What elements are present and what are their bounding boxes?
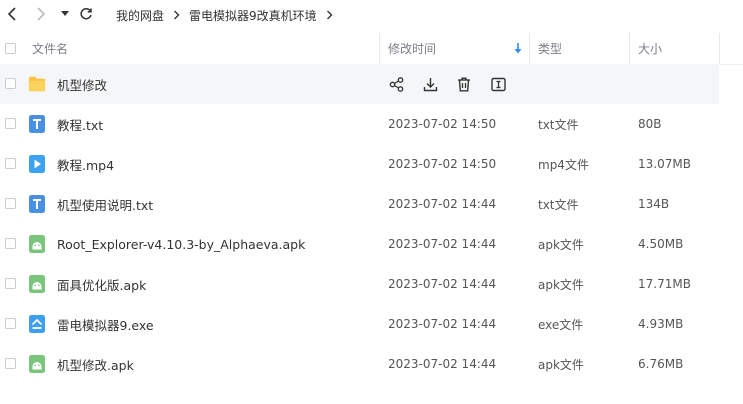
file-modified-time: 2023-07-02 14:50 (388, 117, 497, 131)
breadcrumb: 我的网盘 雷电模拟器9改真机环境 (116, 0, 342, 30)
txt-file-icon (29, 115, 45, 133)
row-checkbox[interactable] (5, 278, 16, 289)
row-checkbox[interactable] (5, 78, 16, 89)
file-row[interactable]: 教程.mp4 2023-07-02 14:50 mp4文件 13.07MB (0, 144, 743, 184)
file-modified-time: 2023-07-02 14:44 (388, 277, 497, 291)
refresh-icon (80, 7, 92, 20)
file-list-header: 文件名 修改时间 类型 大小 (0, 33, 743, 65)
file-name[interactable]: 教程.mp4 (57, 144, 114, 184)
refresh-button[interactable] (77, 4, 95, 24)
select-all-checkbox[interactable] (5, 43, 16, 54)
sort-desc-icon[interactable] (514, 33, 522, 64)
file-modified-time: 2023-07-02 14:50 (388, 157, 497, 171)
file-name[interactable]: 面具优化版.apk (57, 264, 146, 304)
file-type: apk文件 (538, 237, 584, 252)
folder-icon (28, 76, 46, 92)
file-type: txt文件 (538, 117, 579, 132)
video-file-icon (29, 155, 45, 173)
navigation-bar: 我的网盘 雷电模拟器9改真机环境 (0, 0, 743, 30)
file-row[interactable]: 教程.txt 2023-07-02 14:50 txt文件 80B (0, 104, 743, 144)
file-size: 4.93MB (638, 317, 684, 331)
row-actions (386, 64, 522, 104)
column-header-type[interactable]: 类型 (538, 33, 562, 64)
column-header-modified[interactable]: 修改时间 (388, 33, 436, 64)
file-size: 6.76MB (638, 357, 684, 371)
file-row[interactable]: 机型使用说明.txt 2023-07-02 14:44 txt文件 134B (0, 184, 743, 224)
file-row[interactable]: 机型修改.apk 2023-07-02 14:44 apk文件 6.76MB (0, 344, 743, 384)
file-name[interactable]: 教程.txt (57, 104, 103, 144)
file-row[interactable]: 雷电模拟器9.exe 2023-07-02 14:44 exe文件 4.93MB (0, 304, 743, 344)
chevron-right-icon (37, 7, 46, 21)
column-header-size[interactable]: 大小 (638, 33, 662, 64)
forward-button[interactable] (32, 4, 50, 24)
delete-icon[interactable] (454, 74, 474, 94)
rename-icon[interactable] (488, 74, 508, 94)
file-row[interactable]: 面具优化版.apk 2023-07-02 14:44 apk文件 17.71MB (0, 264, 743, 304)
file-size: 13.07MB (638, 157, 691, 171)
row-checkbox[interactable] (5, 158, 16, 169)
history-dropdown-button[interactable] (58, 4, 72, 24)
apk-file-icon (29, 235, 45, 253)
row-checkbox[interactable] (5, 118, 16, 129)
file-size: 134B (638, 197, 670, 211)
row-checkbox[interactable] (5, 358, 16, 369)
row-checkbox[interactable] (5, 238, 16, 249)
file-name[interactable]: 机型使用说明.txt (57, 184, 153, 224)
share-icon[interactable] (386, 74, 406, 94)
chevron-right-icon (326, 10, 333, 20)
file-size: 17.71MB (638, 277, 691, 291)
row-checkbox[interactable] (5, 198, 16, 209)
back-button[interactable] (3, 4, 21, 24)
file-name[interactable]: 机型修改.apk (57, 344, 134, 384)
breadcrumb-item-current-folder[interactable]: 雷电模拟器9改真机环境 (189, 7, 317, 24)
file-modified-time: 2023-07-02 14:44 (388, 197, 497, 211)
exe-file-icon (29, 315, 45, 333)
txt-file-icon (29, 195, 45, 213)
file-type: exe文件 (538, 317, 584, 332)
file-type: mp4文件 (538, 157, 589, 172)
file-name[interactable]: 雷电模拟器9.exe (57, 304, 154, 344)
breadcrumb-item-my-drive[interactable]: 我的网盘 (116, 7, 164, 24)
file-name[interactable]: Root_Explorer-v4.10.3-by_Alphaeva.apk (57, 224, 305, 264)
file-type: apk文件 (538, 357, 584, 372)
file-type: txt文件 (538, 197, 579, 212)
file-size: 80B (638, 117, 662, 131)
column-divider[interactable] (629, 33, 630, 64)
chevron-left-icon (7, 7, 16, 21)
file-modified-time: 2023-07-02 14:44 (388, 357, 497, 371)
file-modified-time: 2023-07-02 14:44 (388, 237, 497, 251)
row-checkbox[interactable] (5, 318, 16, 329)
download-icon[interactable] (420, 74, 440, 94)
file-size: 4.50MB (638, 237, 684, 251)
column-divider[interactable] (719, 33, 720, 64)
apk-file-icon (29, 275, 45, 293)
column-divider[interactable] (379, 33, 380, 64)
caret-down-icon (61, 11, 69, 16)
column-header-name[interactable]: 文件名 (32, 33, 68, 64)
file-row-folder[interactable]: 机型修改 (0, 64, 719, 104)
chevron-right-icon (173, 10, 180, 20)
file-name[interactable]: 机型修改 (57, 64, 107, 104)
file-modified-time: 2023-07-02 14:44 (388, 317, 497, 331)
file-type: apk文件 (538, 277, 584, 292)
apk-file-icon (29, 355, 45, 373)
file-row[interactable]: Root_Explorer-v4.10.3-by_Alphaeva.apk 20… (0, 224, 743, 264)
column-divider[interactable] (529, 33, 530, 64)
